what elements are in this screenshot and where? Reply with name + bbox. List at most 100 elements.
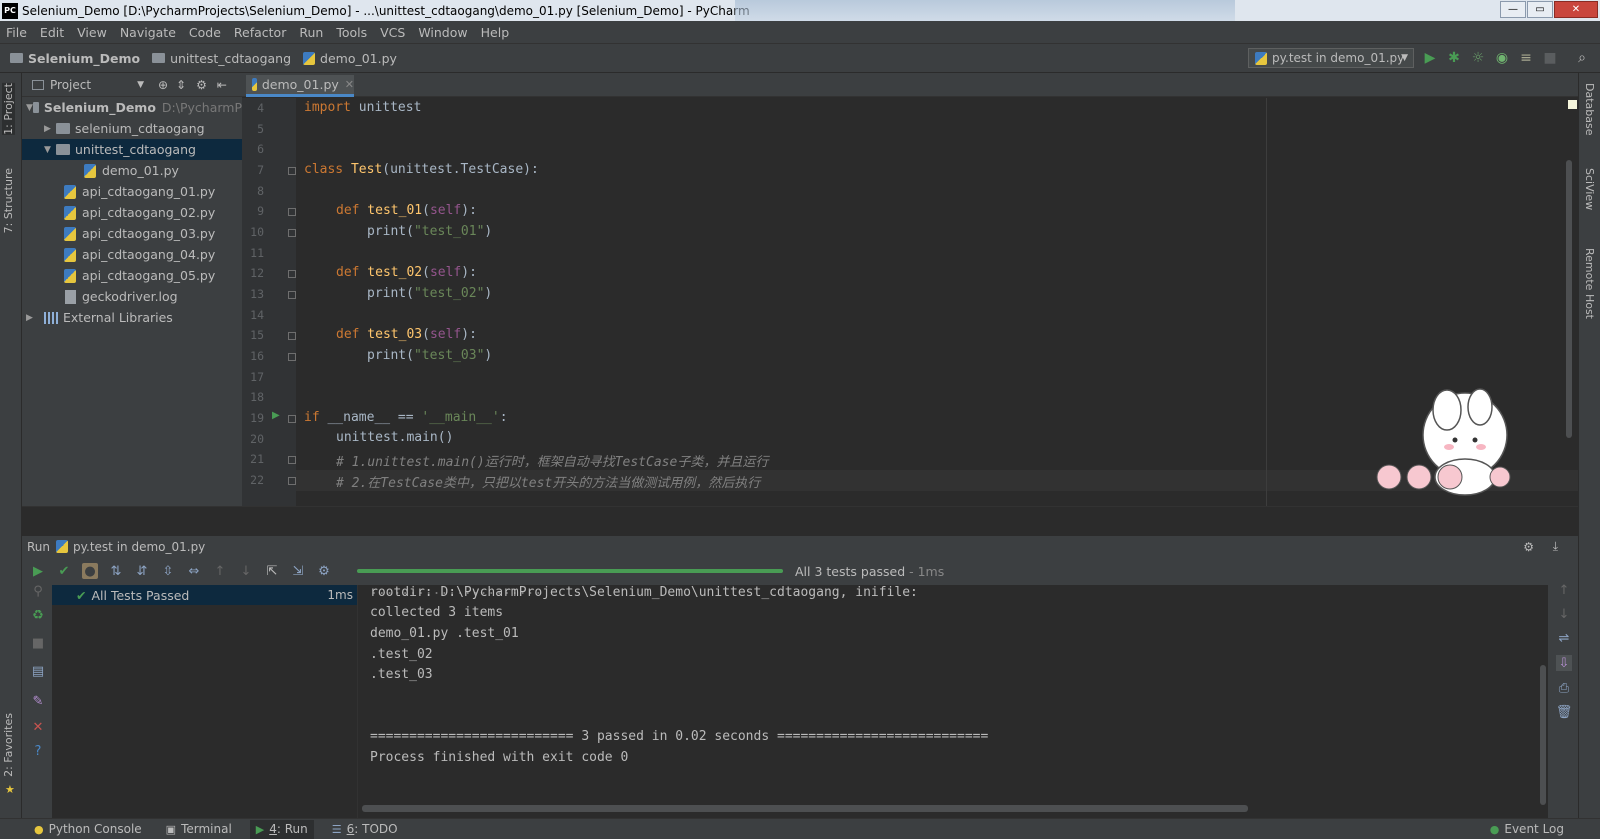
fold-icon[interactable] bbox=[288, 270, 296, 278]
tree-item-api-file[interactable]: api_cdtaogang_05.py bbox=[22, 265, 242, 286]
up-icon[interactable]: ↑ bbox=[1556, 582, 1572, 598]
show-passed-icon[interactable]: ✔ bbox=[56, 563, 72, 579]
help-icon[interactable]: ? bbox=[30, 743, 46, 759]
tab-project[interactable]: 1: Project bbox=[2, 83, 15, 135]
close-icon[interactable]: ✕ bbox=[30, 719, 46, 735]
print-icon[interactable]: ⎙ bbox=[1556, 680, 1572, 696]
collapse-icon[interactable]: ▼ bbox=[44, 145, 56, 155]
locate-icon[interactable]: ⊕ bbox=[158, 78, 168, 92]
expand-icon[interactable]: ▶ bbox=[26, 313, 38, 323]
run-gutter-icon[interactable]: ▶ bbox=[272, 410, 280, 421]
menu-window[interactable]: Window bbox=[418, 25, 467, 40]
run-icon[interactable]: ▶ bbox=[1422, 50, 1438, 66]
tab-sciview[interactable]: SciView bbox=[1583, 168, 1596, 210]
todo-button[interactable]: ☰ 6: TODO bbox=[326, 820, 404, 839]
layout-icon[interactable]: ▤ bbox=[30, 663, 46, 679]
console-output[interactable]: ...................... rootdir: D:\Pycha… bbox=[358, 583, 1548, 818]
close-icon[interactable]: ✕ bbox=[345, 78, 354, 91]
previous-failed-icon[interactable]: ↑ bbox=[212, 563, 228, 579]
expand-icon[interactable]: ▼ bbox=[26, 103, 33, 113]
terminal-button[interactable]: ▣ Terminal bbox=[160, 820, 238, 839]
stop-icon[interactable]: ■ bbox=[1542, 50, 1558, 66]
tab-database[interactable]: Database bbox=[1583, 83, 1596, 136]
run-config-tab[interactable]: py.test in demo_01.py bbox=[73, 540, 205, 554]
fold-icon[interactable] bbox=[288, 332, 296, 340]
rerun-failed-icon[interactable]: ♻ bbox=[30, 607, 46, 623]
python-console-button[interactable]: ● Python Console bbox=[28, 820, 148, 839]
tree-item-project-root[interactable]: ▼ Selenium_Demo D:\PycharmP bbox=[22, 97, 242, 118]
sort-duration-icon[interactable]: ⇵ bbox=[134, 563, 150, 579]
inspection-status-icon[interactable] bbox=[1568, 100, 1577, 109]
collapse-all-icon[interactable]: ⇕ bbox=[176, 78, 186, 92]
tree-item-external-libraries[interactable]: ▶ External Libraries bbox=[22, 307, 242, 328]
event-log-button[interactable]: ● Event Log bbox=[1484, 820, 1570, 839]
collapse-all-icon[interactable]: ⇔ bbox=[186, 563, 202, 579]
tree-item-selenium-folder[interactable]: ▶ selenium_cdtaogang bbox=[22, 118, 242, 139]
scroll-to-end-icon[interactable]: ⇩ bbox=[1556, 655, 1572, 671]
menu-navigate[interactable]: Navigate bbox=[120, 25, 176, 40]
sort-alpha-icon[interactable]: ⇅ bbox=[108, 563, 124, 579]
menu-file[interactable]: File bbox=[6, 25, 27, 40]
coverage-icon[interactable]: ☼ bbox=[1470, 50, 1486, 66]
expand-icon[interactable]: ▶ bbox=[44, 124, 56, 134]
fold-icon[interactable] bbox=[288, 415, 296, 423]
run-configuration-select[interactable]: py.test in demo_01.py ▼ bbox=[1248, 48, 1414, 68]
profile-icon[interactable]: ◉ bbox=[1494, 50, 1510, 66]
gear-icon[interactable]: ⚙ bbox=[196, 78, 207, 92]
down-icon[interactable]: ↓ bbox=[1556, 606, 1572, 622]
soft-wrap-icon[interactable]: ⇌ bbox=[1556, 630, 1572, 646]
tree-item-log-file[interactable]: geckodriver.log bbox=[22, 286, 242, 307]
tree-item-unittest-folder[interactable]: ▼ unittest_cdtaogang bbox=[22, 139, 242, 160]
minimize-button[interactable]: — bbox=[1500, 1, 1526, 18]
menu-edit[interactable]: Edit bbox=[40, 25, 64, 40]
fold-icon[interactable] bbox=[288, 291, 296, 299]
console-vertical-scrollbar[interactable] bbox=[1540, 665, 1546, 805]
fold-icon[interactable] bbox=[288, 208, 296, 216]
editor-vertical-scrollbar[interactable] bbox=[1566, 160, 1572, 438]
menu-vcs[interactable]: VCS bbox=[380, 25, 405, 40]
stop-icon[interactable]: ■ bbox=[30, 635, 46, 651]
breadcrumb-folder[interactable]: unittest_cdtaogang bbox=[152, 51, 291, 66]
next-failed-icon[interactable]: ↓ bbox=[238, 563, 254, 579]
menu-run[interactable]: Run bbox=[299, 25, 323, 40]
concurrency-icon[interactable]: ≡ bbox=[1518, 50, 1534, 66]
chevron-down-icon[interactable]: ▼ bbox=[137, 80, 144, 90]
tree-item-api-file[interactable]: api_cdtaogang_03.py bbox=[22, 223, 242, 244]
gear-icon[interactable]: ⚙ bbox=[316, 563, 332, 579]
fold-icon[interactable] bbox=[288, 477, 296, 485]
pin-tab-icon[interactable]: ✎ bbox=[30, 693, 46, 709]
fold-icon[interactable] bbox=[288, 229, 296, 237]
project-view-select[interactable]: Project bbox=[50, 78, 91, 92]
breadcrumb-project[interactable]: Selenium_Demo bbox=[10, 51, 140, 66]
run-tab-button[interactable]: ▶ 4: Run bbox=[249, 819, 314, 839]
menu-tools[interactable]: Tools bbox=[336, 25, 367, 40]
tab-structure[interactable]: 7: Structure bbox=[2, 168, 15, 233]
menu-refactor[interactable]: Refactor bbox=[234, 25, 286, 40]
hide-panel-icon[interactable]: ⇤ bbox=[217, 78, 227, 92]
expand-all-icon[interactable]: ⇳ bbox=[160, 563, 176, 579]
fold-icon[interactable] bbox=[288, 167, 296, 175]
search-icon[interactable]: ⌕ bbox=[1574, 50, 1590, 66]
tree-item-demo-file[interactable]: demo_01.py bbox=[22, 160, 242, 181]
fold-icon[interactable] bbox=[288, 456, 296, 464]
import-icon[interactable]: ⇲ bbox=[290, 563, 306, 579]
menu-view[interactable]: View bbox=[77, 25, 107, 40]
tab-favorites[interactable]: 2: Favorites bbox=[2, 713, 15, 777]
menu-code[interactable]: Code bbox=[189, 25, 221, 40]
close-window-button[interactable]: ✕ bbox=[1554, 1, 1598, 18]
debug-icon[interactable]: ✱ bbox=[1446, 50, 1462, 66]
show-ignored-icon[interactable]: ● bbox=[82, 563, 98, 579]
breadcrumb-file[interactable]: demo_01.py bbox=[303, 51, 397, 66]
trash-icon[interactable]: 🗑 bbox=[1556, 704, 1573, 720]
tab-demo-01[interactable]: demo_01.py ✕ bbox=[246, 75, 354, 97]
hide-panel-icon[interactable]: ⤓ bbox=[1553, 539, 1558, 554]
tree-item-api-file[interactable]: api_cdtaogang_02.py bbox=[22, 202, 242, 223]
tab-remote-host[interactable]: Remote Host bbox=[1583, 248, 1596, 319]
maximize-button[interactable]: ▭ bbox=[1527, 1, 1553, 18]
fold-icon[interactable] bbox=[288, 353, 296, 361]
tree-item-api-file[interactable]: api_cdtaogang_04.py bbox=[22, 244, 242, 265]
export-icon[interactable]: ⇱ bbox=[264, 563, 280, 579]
menu-help[interactable]: Help bbox=[481, 25, 510, 40]
pin-icon[interactable]: ⚲ bbox=[30, 583, 46, 599]
tree-item-api-file[interactable]: api_cdtaogang_01.py bbox=[22, 181, 242, 202]
